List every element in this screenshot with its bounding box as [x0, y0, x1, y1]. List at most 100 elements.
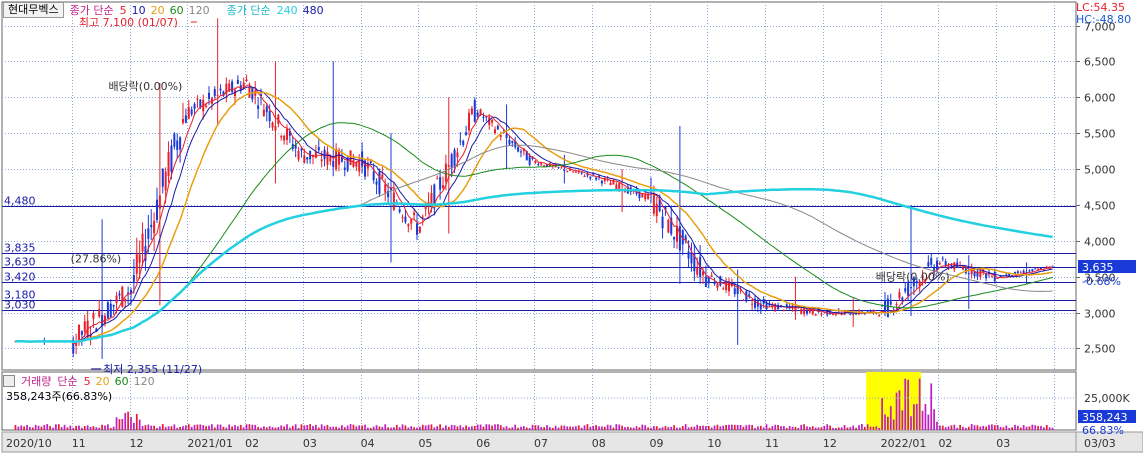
candle-body	[979, 270, 982, 278]
volume-bar	[294, 424, 297, 430]
candle-body	[600, 180, 603, 184]
volume-bar	[762, 427, 765, 430]
candle-body	[574, 171, 577, 173]
candle-body	[285, 128, 289, 140]
candle-body	[508, 139, 511, 145]
stock-name[interactable]: 현대무벡스	[3, 2, 64, 18]
volume-bar	[797, 427, 800, 430]
long-period-240: 240	[276, 3, 298, 17]
candle-body	[696, 267, 699, 275]
candle-body	[944, 261, 947, 266]
candle-body	[831, 314, 835, 316]
candle-body	[571, 171, 575, 173]
volume-bar	[751, 424, 753, 430]
volume-bar	[1028, 426, 1031, 430]
candle-body	[450, 154, 453, 169]
volume-bar	[837, 427, 840, 430]
volume-bar	[271, 427, 274, 430]
current-change-label: -0.68%	[1082, 275, 1121, 288]
volume-bar	[569, 426, 571, 430]
volume-bar	[653, 426, 655, 430]
volume-bar	[242, 427, 245, 430]
volume-bar	[881, 397, 883, 430]
candle-body	[439, 177, 442, 190]
volume-bar	[465, 425, 467, 430]
volume-bar	[280, 425, 283, 430]
candle-body	[794, 308, 797, 312]
volume-legend: 거래량 단순 5 20 60 120	[3, 373, 160, 389]
candle-body	[205, 105, 208, 107]
volume-settings-icon[interactable]	[3, 375, 15, 387]
volume-bar	[785, 427, 788, 430]
candle-body	[886, 298, 889, 318]
volume-bar	[482, 426, 485, 430]
candle-body	[1016, 271, 1019, 274]
volume-bar	[609, 425, 612, 430]
volume-bar	[681, 425, 684, 430]
volume-bar	[1040, 425, 1042, 430]
volume-bar	[985, 426, 987, 430]
y-tick-label: 4,500	[1084, 200, 1116, 213]
candle-body	[92, 313, 95, 319]
candle-body	[753, 298, 757, 308]
long-period-480: 480	[302, 3, 324, 17]
volume-bar	[69, 425, 72, 430]
x-tick-label: 05	[418, 437, 432, 450]
candle-body	[652, 195, 655, 214]
volume-bar	[884, 414, 886, 430]
candle-body	[465, 132, 468, 136]
volume-bar	[257, 426, 259, 430]
x-tick-label: 12	[823, 437, 837, 450]
vol-axis-label: 25,000K	[1084, 392, 1130, 405]
candle-body	[563, 169, 566, 171]
volume-bar	[43, 425, 46, 430]
price-legend: 현대무벡스 종가 단순 5 10 20 60 120 종가 단순 240 480	[3, 2, 329, 18]
volume-bar	[889, 406, 892, 430]
candle-body	[493, 129, 497, 134]
volume-bar	[161, 424, 164, 430]
volume-bar	[101, 424, 103, 430]
volume-bar	[81, 427, 83, 430]
y-tick-label: 5,500	[1084, 128, 1116, 141]
volume-bar	[216, 424, 219, 430]
gridlines	[72, 2, 1055, 430]
y-tick-label: 5,000	[1084, 164, 1116, 177]
volume-legend-prefix: 거래량	[21, 375, 52, 388]
volume-bar	[83, 426, 86, 430]
candle-body	[869, 310, 872, 312]
candle-body	[589, 176, 592, 179]
candle-body	[418, 226, 421, 233]
y-tick-label: 3,000	[1084, 308, 1116, 321]
volume-bar	[939, 425, 941, 430]
volume-bar	[413, 427, 415, 430]
candle-body	[673, 236, 676, 240]
volume-bar	[863, 426, 866, 430]
volume-bar	[777, 425, 779, 430]
volume-bar	[739, 424, 742, 430]
ma-period-60: 60	[169, 3, 184, 17]
volume-bar	[687, 427, 690, 430]
volume-bar	[710, 427, 713, 430]
volume-bar	[335, 426, 337, 430]
volume-bar	[228, 424, 231, 430]
volume-bar	[404, 425, 407, 430]
y-tick-label: 4,000	[1084, 236, 1116, 249]
candle-body	[155, 199, 159, 220]
candle-body	[1037, 268, 1040, 270]
candle-body	[849, 314, 852, 316]
volume-bar	[355, 426, 358, 430]
volume-bar	[147, 424, 150, 430]
volume-bar	[742, 426, 745, 430]
volume-bar	[502, 427, 505, 430]
volume-bar	[629, 427, 632, 430]
volume-bar	[783, 426, 785, 430]
candle-body	[644, 194, 647, 200]
volume-bar	[346, 425, 349, 430]
ma-period-120: 120	[188, 3, 210, 17]
volume-bar	[497, 424, 499, 430]
candle-body	[540, 163, 543, 165]
volume-bar	[627, 426, 629, 430]
volume-bar	[583, 425, 586, 430]
volume-bar	[265, 427, 268, 430]
volume-bar	[835, 427, 837, 430]
